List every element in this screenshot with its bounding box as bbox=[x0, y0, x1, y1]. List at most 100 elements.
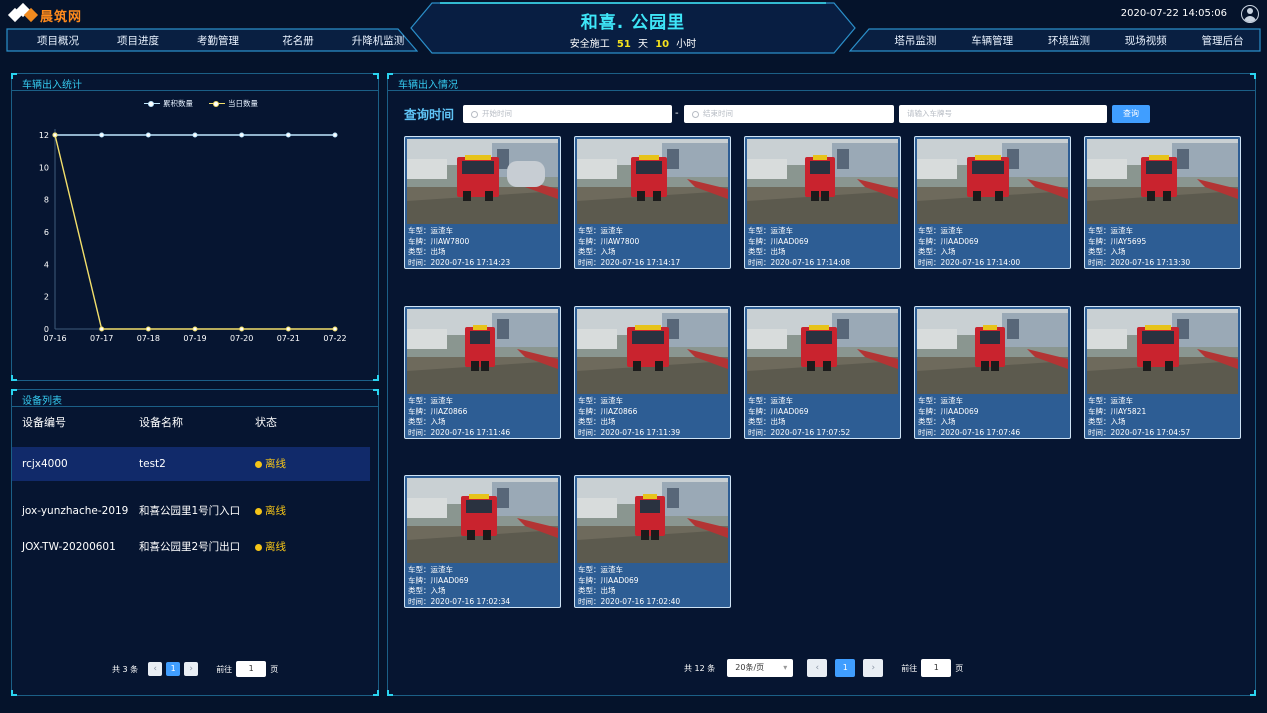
vehicle-card[interactable]: 车型：运渣车 车牌：川AAD069 类型：出场 时间：2020-07-16 17:14… bbox=[744, 136, 901, 269]
status-dot-icon bbox=[255, 507, 262, 515]
pager-total: 共 3 条 bbox=[112, 664, 139, 674]
device-name: test2 bbox=[139, 458, 166, 470]
vehicle-snapshot-image bbox=[917, 309, 1068, 394]
device-pagination: 共 3 条 ‹ 1 › 前往 1 页 bbox=[112, 661, 278, 677]
vehicle-snapshot-image bbox=[577, 478, 728, 563]
x-tick-label: 07-21 bbox=[277, 334, 300, 343]
vehicle-card[interactable]: 车型：运渣车 车牌：川AAD069 类型：入场 时间：2020-07-16 17:14… bbox=[914, 136, 1071, 269]
safety-hours-unit: 小时 bbox=[676, 39, 697, 50]
vehicle-time: 时间：2020-07-16 17:07:52 bbox=[748, 427, 851, 437]
device-name: 和喜公园里1号门入口 bbox=[139, 505, 241, 517]
vehicle-card[interactable]: 车型：运渣车 车牌：川AZ0866 类型：入场 时间：2020-07-16 17:11… bbox=[404, 306, 561, 439]
vehicle-card[interactable]: 车型：运渣车 车牌：川AZ0866 类型：出场 时间：2020-07-16 17:11… bbox=[574, 306, 731, 439]
vehicle-info: 车型：运渣车 车牌：川AAD069 类型：出场 时间：2020-07-16 17:02… bbox=[578, 565, 680, 607]
start-time-input[interactable]: 开始时间 bbox=[463, 105, 672, 123]
goto-page-input[interactable]: 1 bbox=[921, 659, 952, 677]
vehicle-direction: 类型：入场 bbox=[918, 417, 956, 426]
data-point bbox=[99, 326, 105, 332]
prev-page-icon[interactable]: ‹ bbox=[148, 662, 163, 676]
vehicle-plate: 车牌：川AAD069 bbox=[918, 236, 979, 246]
vehicle-time: 时间：2020-07-16 17:07:46 bbox=[918, 427, 1021, 437]
vehicle-plate: 车牌：川AAD069 bbox=[578, 575, 639, 585]
nav-item-roster[interactable]: 花名册 bbox=[258, 33, 338, 48]
vehicle-time: 时间：2020-07-16 17:02:34 bbox=[408, 596, 511, 606]
vehicle-direction: 类型：出场 bbox=[408, 247, 446, 256]
vehicle-time: 时间：2020-07-16 17:14:08 bbox=[748, 257, 851, 267]
nav-left: 项目概况 项目进度 考勤管理 花名册 升降机监测 bbox=[6, 28, 418, 52]
vehicle-line-chart: 0 2 4 6 8 10 12 07-16 07-17 07-18 07-19 07-20 07-21 0… bbox=[39, 129, 347, 343]
nav-item-project-overview[interactable]: 项目概况 bbox=[18, 33, 98, 48]
safety-days-counter: 安全施工 51 天 10 小时 bbox=[410, 35, 856, 50]
nav-item-elevator-monitor[interactable]: 升降机监测 bbox=[338, 33, 418, 48]
page-number-button[interactable]: 1 bbox=[166, 662, 181, 676]
status-badge: 离线 bbox=[255, 494, 286, 528]
status-dot-icon bbox=[255, 543, 262, 551]
end-time-input[interactable]: 结束时间 bbox=[684, 105, 894, 123]
table-row[interactable]: JOX-TW-20200601 和喜公园里2号门出口 离线 bbox=[12, 530, 370, 564]
table-row[interactable]: rcjx4000 test2 离线 bbox=[12, 447, 370, 481]
data-point bbox=[145, 132, 151, 138]
nav-right: 塔吊监测 车辆管理 环境监测 现场视频 管理后台 bbox=[849, 28, 1261, 52]
logo-text: 晨筑网 bbox=[40, 9, 83, 25]
vehicle-type: 车型：运渣车 bbox=[578, 226, 623, 235]
page-number-button[interactable]: 1 bbox=[835, 659, 856, 677]
table-row[interactable]: jox-yunzhache-2019 和喜公园里1号门入口 离线 bbox=[12, 494, 370, 528]
range-separator: - bbox=[675, 108, 679, 119]
vehicle-card[interactable]: 车型：运渣车 车牌：川AW7800 类型：入场 时间：2020-07-16 17:14… bbox=[574, 136, 731, 269]
prev-page-icon[interactable]: ‹ bbox=[807, 659, 828, 677]
y-tick-label: 8 bbox=[44, 196, 49, 205]
data-point bbox=[285, 132, 291, 138]
vehicle-type: 车型：运渣车 bbox=[748, 226, 793, 235]
vehicle-card[interactable]: 车型：运渣车 车牌：川AY5695 类型：入场 时间：2020-07-16 17:13… bbox=[1084, 136, 1241, 269]
vehicle-type: 车型：运渣车 bbox=[578, 565, 623, 574]
next-page-icon[interactable]: › bbox=[863, 659, 884, 677]
vehicle-card[interactable]: 车型：运渣车 车牌：川AAD069 类型：出场 时间：2020-07-16 17:07… bbox=[744, 306, 901, 439]
device-id: jox-yunzhache-2019 bbox=[22, 505, 129, 517]
vehicle-time: 时间：2020-07-16 17:04:57 bbox=[1088, 427, 1191, 437]
data-point bbox=[239, 132, 245, 138]
vehicle-direction: 类型：入场 bbox=[408, 586, 446, 595]
goto-unit: 页 bbox=[955, 663, 964, 673]
clock-icon bbox=[692, 110, 699, 118]
nav-item-site-video[interactable]: 现场视频 bbox=[1107, 33, 1184, 48]
vehicle-type: 车型：运渣车 bbox=[408, 565, 453, 574]
nav-item-attendance[interactable]: 考勤管理 bbox=[178, 33, 258, 48]
vehicle-info: 车型：运渣车 车牌：川AZ0866 类型：入场 时间：2020-07-16 17:11… bbox=[408, 396, 510, 438]
vehicle-card[interactable]: 车型：运渣车 车牌：川AW7800 类型：出场 时间：2020-07-16 17:14… bbox=[404, 136, 561, 269]
nav-item-vehicle-management[interactable]: 车辆管理 bbox=[954, 33, 1031, 48]
vehicle-plate: 车牌：川AW7800 bbox=[578, 236, 640, 246]
user-avatar-icon[interactable] bbox=[1241, 5, 1259, 23]
vehicle-plate: 车牌：川AZ0866 bbox=[408, 406, 468, 416]
vehicle-info: 车型：运渣车 车牌：川AAD069 类型：出场 时间：2020-07-16 17:14… bbox=[748, 226, 850, 268]
vehicle-snapshot-image bbox=[577, 139, 728, 224]
vehicle-info: 车型：运渣车 车牌：川AAD069 类型：入场 时间：2020-07-16 17:14… bbox=[918, 226, 1020, 268]
vehicle-snapshot-image bbox=[1087, 309, 1238, 394]
vehicle-card[interactable]: 车型：运渣车 车牌：川AAD069 类型：入场 时间：2020-07-16 17:02… bbox=[404, 475, 561, 608]
panel-title: 车辆出入统计 bbox=[22, 80, 82, 91]
data-point bbox=[332, 326, 338, 332]
nav-item-tower-crane[interactable]: 塔吊监测 bbox=[877, 33, 954, 48]
x-tick-label: 07-20 bbox=[230, 334, 253, 343]
pager-total: 共 12 条 bbox=[684, 663, 716, 673]
next-page-icon[interactable]: › bbox=[184, 662, 199, 676]
plate-number-input[interactable]: 请输入车牌号 bbox=[899, 105, 1107, 123]
status-dot-icon bbox=[255, 460, 262, 468]
vehicle-card[interactable]: 车型：运渣车 车牌：川AAD069 类型：入场 时间：2020-07-16 17:07… bbox=[914, 306, 1071, 439]
goto-page-input[interactable]: 1 bbox=[236, 661, 267, 677]
y-tick-label: 4 bbox=[44, 260, 49, 269]
nav-item-project-progress[interactable]: 项目进度 bbox=[98, 33, 178, 48]
vehicle-stats-panel: 车辆出入统计 累积数量 当日数量 0 2 4 6 8 10 12 07-16 07-17 07-1… bbox=[11, 73, 379, 381]
column-header-status: 状态 bbox=[255, 416, 277, 429]
vehicle-card[interactable]: 车型：运渣车 车牌：川AY5821 类型：入场 时间：2020-07-16 17:04… bbox=[1084, 306, 1241, 439]
query-button[interactable]: 查询 bbox=[1112, 105, 1150, 123]
nav-item-admin[interactable]: 管理后台 bbox=[1184, 33, 1261, 48]
data-point bbox=[192, 132, 198, 138]
page-size-select[interactable]: 20条/页 bbox=[727, 659, 794, 677]
vehicle-type: 车型：运渣车 bbox=[578, 396, 623, 405]
vehicle-card[interactable]: 车型：运渣车 车牌：川AAD069 类型：出场 时间：2020-07-16 17:02… bbox=[574, 475, 731, 608]
nav-item-environment[interactable]: 环境监测 bbox=[1031, 33, 1108, 48]
x-tick-label: 07-17 bbox=[90, 334, 113, 343]
device-table-header: 设备编号 设备名称 状态 bbox=[22, 414, 372, 430]
data-point bbox=[239, 326, 245, 332]
vehicle-direction: 类型：出场 bbox=[578, 586, 616, 595]
